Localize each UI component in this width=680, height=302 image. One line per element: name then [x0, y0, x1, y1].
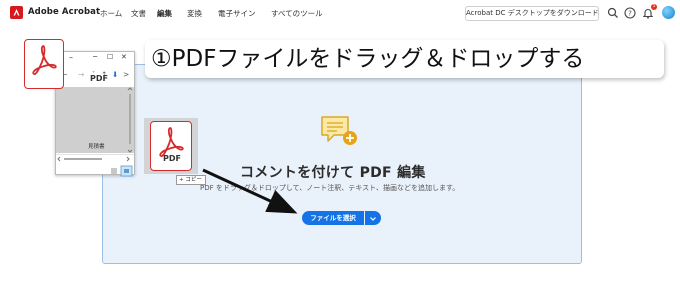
drag-direction-arrow-icon: [202, 168, 298, 214]
